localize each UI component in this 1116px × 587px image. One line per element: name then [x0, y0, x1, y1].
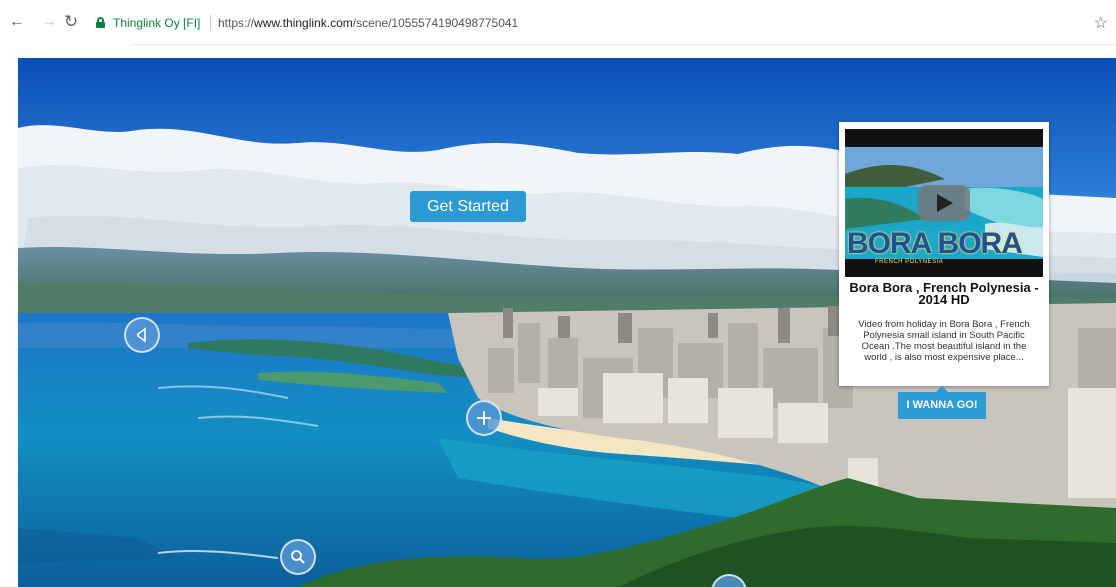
video-overlay-title: BORA BORA [847, 227, 1023, 260]
video-thumbnail[interactable]: BORA BORA FRENCH POLYNESIA [845, 129, 1043, 277]
play-button[interactable] [918, 185, 970, 221]
url-text[interactable]: https://www.thinglink.com/scene/10555741… [218, 16, 518, 30]
toolbar-divider [130, 44, 1116, 45]
play-icon [937, 194, 953, 212]
back-arrow-icon[interactable]: ← [8, 13, 26, 31]
url-scheme: https:// [218, 16, 255, 30]
search-hotspot-icon[interactable] [280, 539, 316, 575]
audio-hotspot-icon[interactable] [124, 317, 160, 353]
i-wanna-go-button[interactable]: I WANNA GO! [898, 392, 986, 419]
popup-title: Bora Bora , French Polynesia - 2014 HD [849, 280, 1039, 307]
video-overlay-subtitle: FRENCH POLYNESIA [875, 259, 944, 265]
url-host: www.thinglink.com [254, 16, 353, 30]
popup-description: Video from holiday in Bora Bora , French… [858, 319, 1030, 363]
url-path: /scene/1055574190498775041 [352, 16, 519, 30]
address-bar[interactable]: Thinglink Oy [FI] https://www.thinglink.… [86, 13, 1116, 33]
star-icon[interactable]: ☆ [1094, 13, 1108, 33]
browser-toolbar: ← → ↻ Thinglink Oy [FI] https://www.thin… [0, 0, 1116, 44]
hotspot-popup-card: BORA BORA FRENCH POLYNESIA Bora Bora , F… [839, 122, 1049, 386]
reload-icon[interactable]: ↻ [62, 13, 80, 31]
address-separator [210, 15, 211, 30]
forward-arrow-icon[interactable]: → [40, 13, 58, 31]
site-identity: Thinglink Oy [FI] [113, 16, 201, 30]
lock-icon [96, 17, 105, 28]
plus-hotspot-icon[interactable] [466, 400, 502, 436]
get-started-button[interactable]: Get Started [410, 191, 526, 222]
